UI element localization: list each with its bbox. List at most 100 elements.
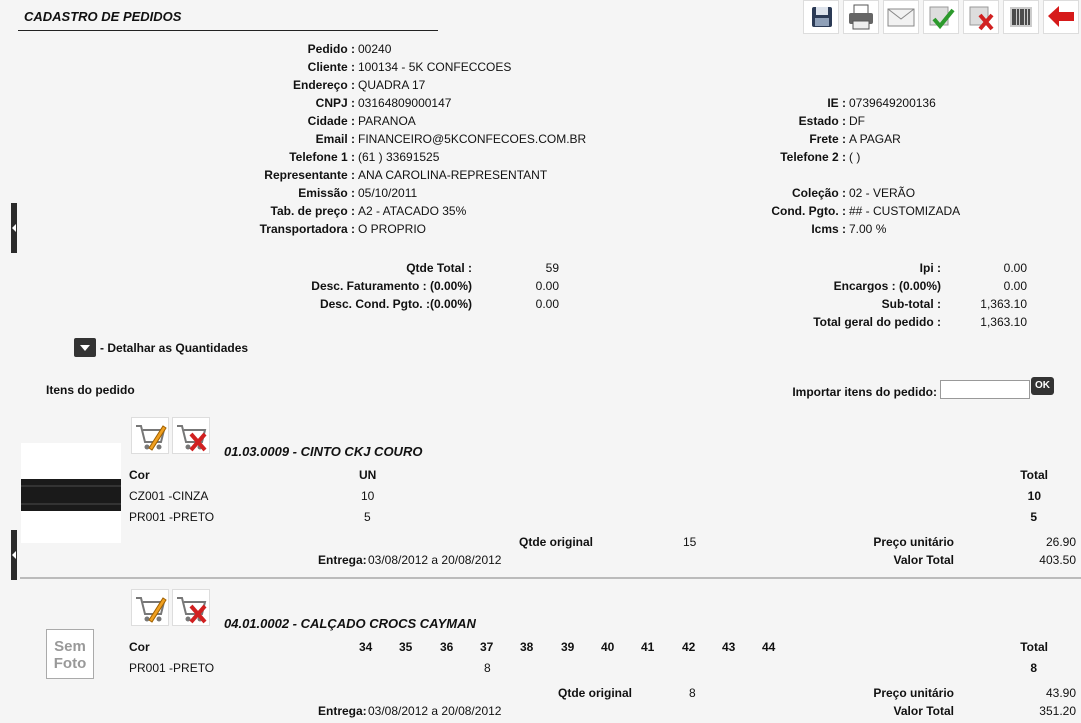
col-header-size: 43 bbox=[722, 640, 736, 654]
expand-quantities-label[interactable]: - Detalhar as Quantidades bbox=[100, 341, 248, 355]
row-total: 5 bbox=[1030, 510, 1037, 524]
col-header-size: 37 bbox=[480, 640, 494, 654]
remove-item-button[interactable] bbox=[172, 417, 210, 454]
print-button[interactable] bbox=[843, 0, 879, 34]
field-label-cond-pgto: Cond. Pgto. : bbox=[771, 204, 846, 218]
col-header-size: 44 bbox=[762, 640, 776, 654]
sidebar-collapse-handle[interactable] bbox=[11, 530, 17, 580]
field-label-emissao: Emissão : bbox=[298, 186, 355, 200]
col-header-size: 39 bbox=[561, 640, 575, 654]
total-value-subtotal: 1,363.10 bbox=[980, 297, 1027, 311]
col-header-size: 41 bbox=[641, 640, 655, 654]
total-value-amount: 351.20 bbox=[1039, 704, 1076, 718]
unit-price-label: Preço unitário bbox=[873, 535, 954, 549]
field-label-pedido: Pedido : bbox=[307, 42, 355, 56]
field-label-telefone1: Telefone 1 : bbox=[289, 150, 355, 164]
edit-item-button[interactable] bbox=[131, 589, 169, 626]
field-label-ie: IE : bbox=[827, 96, 846, 110]
email-button[interactable] bbox=[883, 0, 919, 34]
total-value-label: Valor Total bbox=[893, 553, 954, 567]
field-label-email: Email : bbox=[315, 132, 355, 146]
sidebar-collapse-handle[interactable] bbox=[11, 203, 17, 253]
field-label-telefone2: Telefone 2 : bbox=[780, 150, 846, 164]
field-label-representante: Representante : bbox=[264, 168, 355, 182]
col-header-cor: Cor bbox=[129, 640, 150, 654]
col-header-size: 38 bbox=[520, 640, 534, 654]
col-header-size: 35 bbox=[399, 640, 413, 654]
col-header-size: UN bbox=[359, 468, 377, 482]
total-label-geral: Total geral do pedido : bbox=[813, 315, 941, 329]
barcode-button[interactable] bbox=[1003, 0, 1039, 34]
barcode-icon bbox=[1010, 7, 1032, 27]
email-icon bbox=[887, 8, 915, 27]
field-value-icms: 7.00 % bbox=[849, 222, 887, 236]
total-label-encargos: Encargos : (0.00%) bbox=[833, 279, 941, 293]
row-cor: PR001 -PRETO bbox=[129, 510, 215, 524]
delivery-label: Entrega: bbox=[318, 553, 367, 567]
field-label-icms: Icms : bbox=[811, 222, 846, 236]
field-label-cidade: Cidade : bbox=[307, 114, 355, 128]
field-value-cnpj: 03164809000147 bbox=[358, 96, 452, 110]
field-label-frete: Frete : bbox=[809, 132, 846, 146]
cancel-button[interactable] bbox=[963, 0, 999, 34]
field-label-cliente: Cliente : bbox=[307, 60, 355, 74]
field-value-email: FINANCEIRO@5KCONFECOES.COM.BR bbox=[358, 132, 587, 146]
col-header-size: 42 bbox=[682, 640, 696, 654]
field-value-pedido: 00240 bbox=[358, 42, 392, 56]
delivery-value: 03/08/2012 a 20/08/2012 bbox=[368, 704, 502, 718]
col-header-total: Total bbox=[1020, 468, 1048, 482]
field-value-transportadora: O PROPRIO bbox=[358, 222, 427, 236]
row-total: 10 bbox=[1027, 489, 1041, 503]
items-heading: Itens do pedido bbox=[46, 383, 135, 397]
import-ok-button[interactable]: OK bbox=[1031, 377, 1054, 395]
field-label-endereco: Endereço : bbox=[292, 78, 355, 92]
col-header-total: Total bbox=[1020, 640, 1048, 654]
expand-quantities-button[interactable] bbox=[74, 338, 96, 357]
product-image[interactable] bbox=[21, 443, 121, 543]
field-value-estado: DF bbox=[849, 114, 865, 128]
field-label-cnpj: CNPJ : bbox=[315, 96, 355, 110]
total-value-encargos: 0.00 bbox=[1003, 279, 1027, 293]
save-button[interactable] bbox=[803, 0, 839, 34]
unit-price-label: Preço unitário bbox=[873, 686, 954, 700]
unit-price-value: 26.90 bbox=[1045, 535, 1076, 549]
field-value-endereco: QUADRA 17 bbox=[358, 78, 426, 92]
approve-button[interactable] bbox=[923, 0, 959, 34]
total-value-geral: 1,363.10 bbox=[980, 315, 1027, 329]
field-value-telefone1: (61 ) 33691525 bbox=[358, 150, 440, 164]
total-value-desc-faturamento: 0.00 bbox=[535, 279, 559, 293]
remove-item-button[interactable] bbox=[172, 589, 210, 626]
total-label-subtotal: Sub-total : bbox=[881, 297, 941, 311]
qtde-original-label: Qtde original bbox=[518, 535, 593, 549]
import-items-input[interactable] bbox=[940, 380, 1030, 399]
col-header-size: 34 bbox=[359, 640, 373, 654]
back-button[interactable] bbox=[1043, 0, 1079, 34]
cancel-icon bbox=[969, 6, 994, 31]
field-label-tab-preco: Tab. de preço : bbox=[270, 204, 355, 218]
back-arrow-icon bbox=[1048, 6, 1074, 27]
row-qty: 10 bbox=[361, 489, 375, 503]
product-title: 01.03.0009 - CINTO CKJ COURO bbox=[224, 444, 423, 459]
no-photo-text: Foto bbox=[53, 655, 87, 672]
approve-icon bbox=[929, 6, 955, 30]
field-value-cliente: 100134 - 5K CONFECCOES bbox=[358, 60, 512, 74]
qtde-original-value: 15 bbox=[683, 535, 697, 549]
qtde-original-label: Qtde original bbox=[557, 686, 632, 700]
field-value-emissao: 05/10/2011 bbox=[358, 186, 418, 200]
no-photo-text: Sem bbox=[54, 638, 86, 655]
qtde-original-value: 8 bbox=[689, 686, 696, 700]
product-title: 04.01.0002 - CALÇADO CROCS CAYMAN bbox=[224, 616, 476, 631]
total-value-amount: 403.50 bbox=[1039, 553, 1076, 567]
title-underline bbox=[18, 30, 438, 31]
total-value-desc-cond-pgto: 0.00 bbox=[535, 297, 559, 311]
field-value-ie: 0739649200136 bbox=[849, 96, 936, 110]
edit-item-button[interactable] bbox=[131, 417, 169, 454]
field-label-transportadora: Transportadora : bbox=[259, 222, 355, 236]
col-header-size: 36 bbox=[440, 640, 454, 654]
delivery-value: 03/08/2012 a 20/08/2012 bbox=[368, 553, 502, 567]
field-label-estado: Estado : bbox=[798, 114, 846, 128]
field-value-representante: ANA CAROLINA-REPRESENTANT bbox=[358, 168, 548, 182]
printer-icon bbox=[849, 4, 873, 30]
row-cor: PR001 -PRETO bbox=[129, 661, 215, 675]
no-photo-placeholder: Sem Foto bbox=[46, 629, 94, 679]
